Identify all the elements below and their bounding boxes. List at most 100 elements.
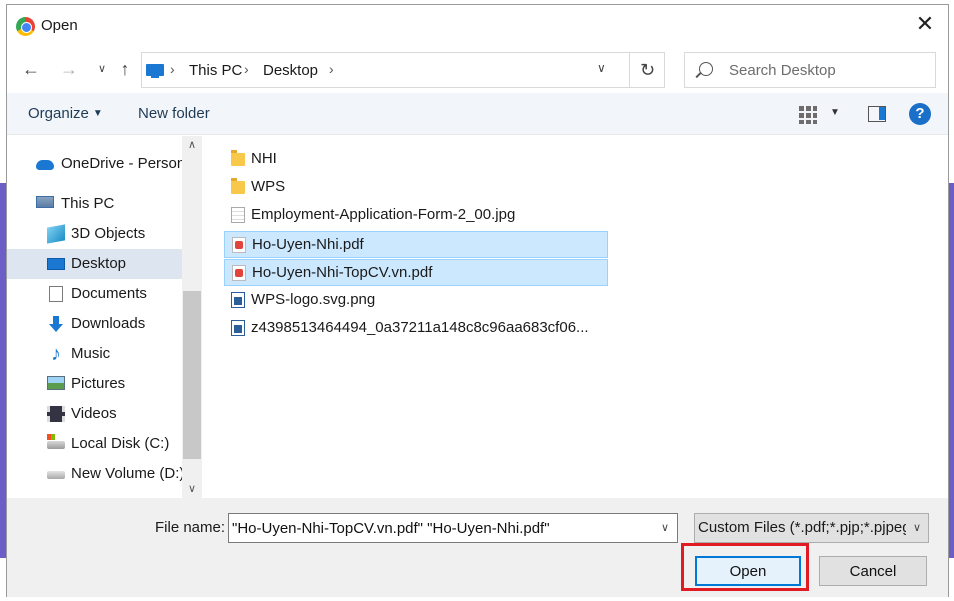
help-icon[interactable]: ? — [909, 103, 931, 125]
dialog-title: Open — [41, 17, 78, 34]
file-type-chevron-down-icon: ∨ — [906, 514, 928, 542]
breadcrumb-desktop[interactable]: Desktop — [263, 62, 318, 79]
pc-icon — [36, 196, 54, 208]
drive-icon — [47, 471, 65, 479]
pdf-file-icon — [232, 237, 246, 253]
local-disk-icon — [47, 434, 65, 449]
sidebar-item-label: Downloads — [71, 315, 146, 332]
file-name: WPS — [251, 178, 286, 195]
open-button-highlight-annotation — [681, 543, 809, 591]
scrollbar-thumb[interactable] — [183, 291, 201, 459]
music-icon: ♪ — [51, 343, 61, 365]
sidebar-item-documents[interactable]: Documents — [7, 279, 182, 309]
file-name: Ho-Uyen-Nhi.pdf — [252, 236, 364, 253]
file-item-wps-logo[interactable]: WPS-logo.svg.png — [224, 287, 608, 314]
cube-icon — [47, 224, 65, 244]
sidebar-item-label: This PC — [61, 195, 115, 212]
file-item-ho-uyen-nhi-pdf[interactable]: Ho-Uyen-Nhi.pdf — [224, 231, 608, 258]
sidebar-item-new-volume-d[interactable]: New Volume (D:) — [7, 459, 182, 489]
file-list: NHI WPS Employment-Application-Form-2_00… — [202, 136, 948, 498]
pictures-icon — [47, 376, 65, 390]
sidebar-item-label: 3D Objects — [71, 225, 146, 242]
folder-icon — [231, 178, 245, 194]
navigation-bar: ← → ∨ ↑ › This PC › Desktop › ∨ ↻ — [7, 43, 948, 93]
sidebar-item-pictures[interactable]: Pictures — [7, 369, 182, 399]
onedrive-icon — [36, 160, 54, 170]
navigation-pane: OneDrive - Personal This PC 3D Objects D… — [7, 136, 202, 498]
sidebar-item-label: Videos — [71, 405, 117, 422]
jpg-file-icon — [231, 207, 245, 223]
preview-pane-icon[interactable] — [868, 106, 886, 122]
breadcrumb-separator-icon[interactable]: › — [170, 61, 175, 77]
file-name: Ho-Uyen-Nhi-TopCV.vn.pdf — [252, 264, 433, 281]
png-file-icon — [231, 292, 245, 308]
file-name: NHI — [251, 150, 277, 167]
caret-down-icon: ▼ — [92, 108, 103, 119]
pdf-file-icon — [232, 265, 246, 281]
sidebar-item-label: OneDrive - Personal — [61, 155, 182, 172]
breadcrumb-separator-icon[interactable]: › — [329, 61, 334, 77]
scroll-up-icon[interactable]: ∧ — [182, 136, 202, 154]
sidebar-item-local-disk-c[interactable]: Local Disk (C:) — [7, 429, 182, 459]
file-name: z4398513464494_0a37211a148c8c96aa683cf06… — [251, 319, 589, 336]
file-item-z4398513464494[interactable]: z4398513464494_0a37211a148c8c96aa683cf06… — [224, 315, 608, 342]
title-bar: Open ✕ — [7, 5, 948, 43]
new-folder-button[interactable]: New folder — [138, 105, 210, 122]
folder-icon — [231, 150, 245, 166]
file-item-wps[interactable]: WPS — [224, 174, 608, 201]
search-icon — [699, 62, 713, 76]
file-type-value: Custom Files (*.pdf;*.pjp;*.pjpeg — [698, 519, 911, 536]
address-history-chevron-icon[interactable]: ∨ — [597, 61, 606, 75]
document-icon — [49, 286, 63, 302]
sidebar-item-desktop[interactable]: Desktop — [7, 249, 182, 279]
breadcrumb-this-pc[interactable]: This PC — [189, 62, 242, 79]
open-file-dialog: Open ✕ ← → ∨ ↑ › This PC › Desktop › ∨ ↻… — [6, 4, 949, 597]
cancel-button[interactable]: Cancel — [819, 556, 927, 586]
search-box[interactable] — [684, 52, 936, 88]
sidebar-item-this-pc[interactable]: This PC — [7, 189, 182, 219]
sidebar-item-label: Music — [71, 345, 111, 362]
pc-icon — [146, 64, 164, 78]
view-options-icon[interactable] — [799, 106, 817, 124]
png-file-icon — [231, 320, 245, 336]
breadcrumb-separator-icon[interactable]: › — [244, 61, 249, 77]
sidebar-item-onedrive[interactable]: OneDrive - Personal — [7, 149, 182, 179]
file-item-employment-application[interactable]: Employment-Application-Form-2_00.jpg — [224, 202, 608, 229]
forward-arrow-icon[interactable]: → — [58, 59, 80, 81]
organize-menu[interactable]: Organize ▼ — [28, 105, 103, 122]
file-name-label: File name: — [155, 519, 226, 536]
video-icon — [47, 406, 65, 422]
sidebar-item-label: Desktop — [71, 255, 127, 272]
sidebar-item-3d-objects[interactable]: 3D Objects — [7, 219, 182, 249]
close-icon[interactable]: ✕ — [912, 11, 938, 37]
chrome-icon — [16, 17, 35, 36]
recent-locations-chevron-icon[interactable]: ∨ — [91, 59, 113, 81]
back-arrow-icon[interactable]: ← — [20, 59, 42, 81]
sidebar-item-label: Pictures — [71, 375, 126, 392]
view-caret-down-icon[interactable]: ▼ — [830, 107, 840, 118]
scroll-down-icon[interactable]: ∨ — [182, 480, 202, 498]
file-item-nhi[interactable]: NHI — [224, 146, 608, 173]
file-name-combobox[interactable]: ∨ — [228, 513, 678, 543]
file-item-ho-uyen-nhi-topcv-pdf[interactable]: Ho-Uyen-Nhi-TopCV.vn.pdf — [224, 259, 608, 286]
file-name: WPS-logo.svg.png — [251, 291, 376, 308]
sidebar-item-music[interactable]: ♪ Music — [7, 339, 182, 369]
navigation-pane-scrollbar[interactable]: ∧ ∨ — [182, 136, 202, 498]
refresh-icon[interactable]: ↻ — [629, 53, 665, 87]
file-name-chevron-down-icon[interactable]: ∨ — [661, 521, 669, 534]
organize-label: Organize — [28, 105, 89, 122]
file-type-select[interactable]: Custom Files (*.pdf;*.pjp;*.pjpeg ∨ — [694, 513, 929, 543]
sidebar-item-label: Documents — [71, 285, 147, 302]
address-bar[interactable]: › This PC › Desktop › ∨ ↻ — [141, 52, 665, 88]
file-name-input[interactable] — [232, 518, 652, 538]
sidebar-item-downloads[interactable]: Downloads — [7, 309, 182, 339]
sidebar-item-label: New Volume (D:) — [71, 465, 182, 482]
command-bar: Organize ▼ New folder ▼ ? — [7, 93, 948, 135]
file-name: Employment-Application-Form-2_00.jpg — [251, 206, 516, 223]
up-arrow-icon[interactable]: ↑ — [114, 59, 136, 81]
download-icon — [49, 316, 63, 332]
sidebar-item-videos[interactable]: Videos — [7, 399, 182, 429]
desktop-icon — [47, 258, 65, 270]
search-input[interactable] — [729, 60, 929, 80]
sidebar-item-label: Local Disk (C:) — [71, 435, 170, 452]
